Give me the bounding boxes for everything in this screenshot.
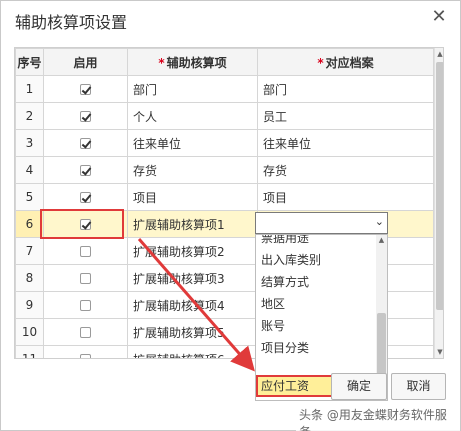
confirm-button[interactable]: 确定 bbox=[331, 373, 387, 400]
watermark: 头条 @用友金蝶财务软件服务 bbox=[296, 406, 460, 431]
auxiliary-accounting-dialog: 辅助核算项设置 ✕ 序号 启用 * 辅助核算项 * 对应档案 1 部门 部门 2 个人员 bbox=[0, 0, 461, 431]
annotation-arrow bbox=[137, 238, 255, 372]
cancel-button[interactable]: 取消 bbox=[391, 373, 446, 400]
